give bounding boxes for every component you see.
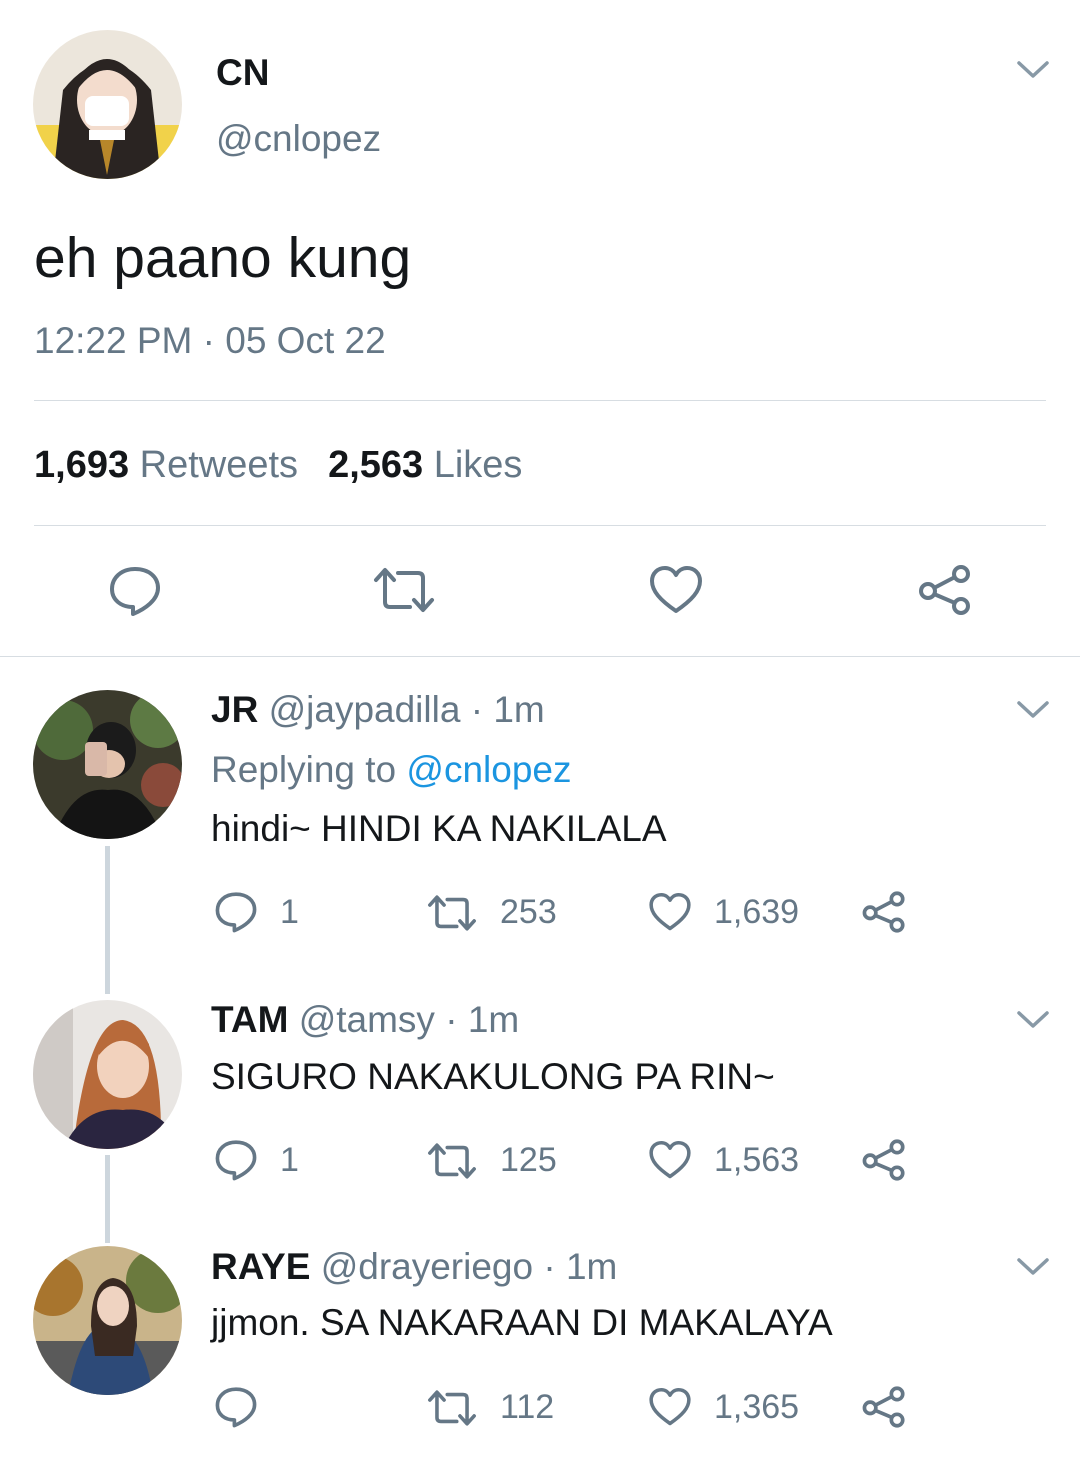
tweet-stats: 1,693 Retweets 2,563 Likes bbox=[34, 444, 522, 487]
reply-text: SIGURO NAKAKULONG PA RIN~ bbox=[211, 1056, 775, 1097]
share-icon[interactable] bbox=[862, 1385, 906, 1429]
reply-display-name[interactable]: TAM bbox=[211, 999, 288, 1040]
reply-time[interactable]: · 1m bbox=[445, 999, 519, 1040]
reply-action[interactable]: 1 bbox=[214, 1139, 299, 1181]
reply-text: jjmon. SA NAKARAAN DI MAKALAYA bbox=[211, 1302, 833, 1343]
reply-icon bbox=[215, 892, 257, 933]
reply-header: RAYE @drayeriego · 1m bbox=[211, 1246, 617, 1288]
retweet-icon bbox=[428, 1389, 476, 1426]
tweet-text: eh paano kung bbox=[34, 226, 412, 290]
replying-label: Replying to bbox=[211, 749, 397, 790]
chevron-down-icon[interactable] bbox=[1016, 700, 1050, 720]
like-action[interactable]: 1,563 bbox=[648, 1139, 799, 1181]
chevron-down-icon[interactable] bbox=[1016, 1257, 1050, 1277]
reply-handle[interactable]: @drayeriego bbox=[321, 1246, 533, 1287]
reply-header: TAM @tamsy · 1m bbox=[211, 999, 519, 1041]
like-count: 1,563 bbox=[714, 1140, 800, 1179]
reply-icon[interactable] bbox=[108, 565, 162, 617]
heart-icon bbox=[649, 1140, 691, 1179]
thread-line bbox=[105, 1155, 110, 1243]
chevron-down-icon[interactable] bbox=[1016, 60, 1050, 80]
heart-icon bbox=[649, 892, 691, 931]
reply-icon bbox=[215, 1140, 257, 1181]
share-icon[interactable] bbox=[918, 563, 972, 617]
chevron-down-icon[interactable] bbox=[1016, 1010, 1050, 1030]
share-icon[interactable] bbox=[862, 890, 906, 934]
divider bbox=[0, 656, 1080, 657]
reply-display-name[interactable]: JR bbox=[211, 689, 258, 730]
retweets-count: 1,693 bbox=[34, 444, 130, 486]
reply-text: hindi~ HINDI KA NAKILALA bbox=[211, 808, 667, 849]
author-avatar[interactable] bbox=[33, 30, 182, 179]
reply-icon bbox=[215, 1387, 257, 1428]
share-icon[interactable] bbox=[862, 1138, 906, 1182]
heart-icon[interactable] bbox=[648, 564, 704, 616]
retweet-icon bbox=[428, 1142, 476, 1179]
replying-mention-link[interactable]: @cnlopez bbox=[406, 749, 571, 790]
author-display-name[interactable]: CN bbox=[216, 52, 269, 94]
reply-avatar[interactable] bbox=[33, 690, 182, 839]
reply-header: JR @jaypadilla · 1m bbox=[211, 689, 545, 731]
reply-action[interactable]: 1 bbox=[214, 891, 299, 933]
tweet-timestamp[interactable]: 12:22 PM · 05 Oct 22 bbox=[34, 320, 386, 362]
reply-count: 1 bbox=[280, 1140, 299, 1179]
divider bbox=[34, 525, 1046, 526]
reply-avatar[interactable] bbox=[33, 1000, 182, 1149]
reply-avatar[interactable] bbox=[33, 1246, 182, 1395]
retweets-label: Retweets bbox=[139, 444, 299, 486]
reply-handle[interactable]: @tamsy bbox=[299, 999, 435, 1040]
retweet-count: 253 bbox=[500, 893, 557, 931]
likes-label: Likes bbox=[433, 444, 523, 486]
like-count: 1,365 bbox=[714, 1387, 800, 1426]
reply-display-name[interactable]: RAYE bbox=[211, 1246, 310, 1287]
retweet-icon bbox=[428, 894, 476, 931]
divider bbox=[34, 400, 1046, 401]
author-handle[interactable]: @cnlopez bbox=[216, 118, 381, 160]
retweet-count: 112 bbox=[500, 1388, 555, 1426]
like-action[interactable]: 1,639 bbox=[648, 891, 799, 933]
retweet-count: 125 bbox=[500, 1141, 557, 1179]
like-count: 1,639 bbox=[714, 892, 800, 931]
retweet-icon[interactable] bbox=[372, 566, 436, 614]
reply-time[interactable]: · 1m bbox=[471, 689, 545, 730]
likes-count: 2,563 bbox=[328, 444, 424, 486]
replying-to: Replying to @cnlopez bbox=[211, 749, 571, 791]
like-stat[interactable]: 2,563 Likes bbox=[328, 444, 522, 486]
heart-icon bbox=[649, 1387, 691, 1426]
retweet-stat[interactable]: 1,693 Retweets bbox=[34, 444, 298, 486]
like-action[interactable]: 1,365 bbox=[648, 1386, 799, 1428]
retweet-action[interactable]: 253 bbox=[426, 893, 557, 932]
retweet-action[interactable]: 112 bbox=[426, 1388, 554, 1427]
reply-time[interactable]: · 1m bbox=[543, 1246, 617, 1287]
reply-action[interactable] bbox=[214, 1386, 280, 1428]
reply-handle[interactable]: @jaypadilla bbox=[269, 689, 461, 730]
reply-count: 1 bbox=[280, 892, 299, 931]
thread-line bbox=[105, 846, 110, 994]
retweet-action[interactable]: 125 bbox=[426, 1141, 557, 1180]
